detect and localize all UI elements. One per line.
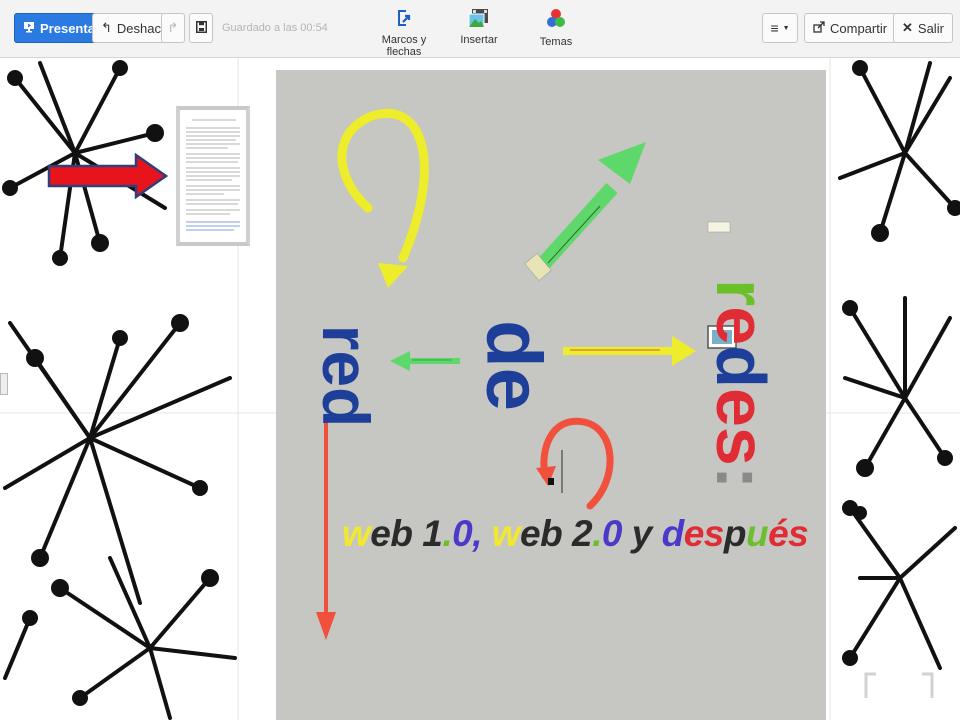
word-redes-letter: e xyxy=(702,306,780,346)
subtitle-segment: 0 xyxy=(452,513,473,554)
subtitle-segment: u xyxy=(745,513,769,554)
subtitle-segment: p xyxy=(723,513,747,554)
redo-icon: ↱ xyxy=(167,20,179,35)
subtitle-segment: s xyxy=(788,513,809,554)
word-redes-letter: s xyxy=(702,426,780,466)
exit-label: Salir xyxy=(917,20,944,36)
subtitle-segment: w xyxy=(342,513,371,554)
subtitle-segment: 1 xyxy=(412,513,443,554)
word-redes-letter: e xyxy=(702,387,780,427)
tool-insert-label: Insertar xyxy=(460,34,498,46)
subtitle-segment: é xyxy=(768,513,789,554)
word-redes-text: redes: xyxy=(702,279,780,489)
word-de[interactable]: de xyxy=(469,306,560,426)
present-icon xyxy=(23,21,35,36)
present-label: Presentar xyxy=(40,20,100,36)
word-red-text: red xyxy=(309,324,383,428)
saved-status: Guardado a las 00:54 xyxy=(222,22,328,34)
redo-button[interactable]: ↱ xyxy=(161,13,185,43)
exit-button[interactable]: ✕ Salir xyxy=(893,13,953,43)
subtitle-segment: . xyxy=(592,513,602,554)
undo-icon: ↰ xyxy=(101,20,112,35)
word-redes-letter: d xyxy=(702,345,780,388)
word-redes[interactable]: redes: xyxy=(701,279,781,509)
subtitle-segment: d xyxy=(661,513,685,554)
word-de-text: de xyxy=(470,319,559,412)
word-red[interactable]: red xyxy=(308,306,384,446)
close-icon: ✕ xyxy=(902,20,913,35)
toolbar: Presentar ↰ Deshacer ↱ Guardado a las 00… xyxy=(0,0,960,58)
themes-icon xyxy=(536,8,576,33)
share-icon xyxy=(813,20,825,36)
share-label: Compartir xyxy=(830,20,888,36)
menu-button[interactable]: ≡ ▼ xyxy=(762,13,798,43)
subtitle-segment: y xyxy=(621,513,662,554)
subtitle-segment: eb xyxy=(370,513,413,554)
subtitle-segment: e xyxy=(683,513,705,554)
frame-bracket-bottom-right xyxy=(864,672,934,698)
tool-themes-label: Temas xyxy=(539,36,573,48)
tool-frames-arrows[interactable]: Marcos y flechas xyxy=(372,8,436,58)
insert-image-icon xyxy=(458,8,500,31)
frames-arrows-icon xyxy=(372,8,436,31)
tool-insert[interactable]: Insertar xyxy=(458,8,500,46)
subtitle-web-versions[interactable]: web 1.0, web 2.0 y después xyxy=(342,513,809,555)
subtitle-segment: 0 xyxy=(601,513,623,554)
presentation-canvas[interactable]: red de redes: web 1.0, web 2.0 y después xyxy=(0,58,960,720)
chevron-down-icon: ▼ xyxy=(782,24,790,32)
subtitle-segment: s xyxy=(703,513,725,554)
subtitle-segment: eb xyxy=(520,513,563,554)
tool-themes[interactable]: Temas xyxy=(536,8,576,48)
menu-icon: ≡ xyxy=(770,20,779,36)
subtitle-segment: 2 xyxy=(562,513,593,554)
word-redes-letter: : xyxy=(702,465,780,490)
save-button[interactable] xyxy=(189,13,213,43)
subtitle-segment: , xyxy=(472,513,492,554)
tool-frames-arrows-label: Marcos y flechas xyxy=(381,34,427,58)
subtitle-segment: w xyxy=(491,513,521,554)
save-icon xyxy=(195,20,207,36)
word-redes-letter: r xyxy=(702,279,780,307)
subtitle-segment: . xyxy=(442,513,453,554)
